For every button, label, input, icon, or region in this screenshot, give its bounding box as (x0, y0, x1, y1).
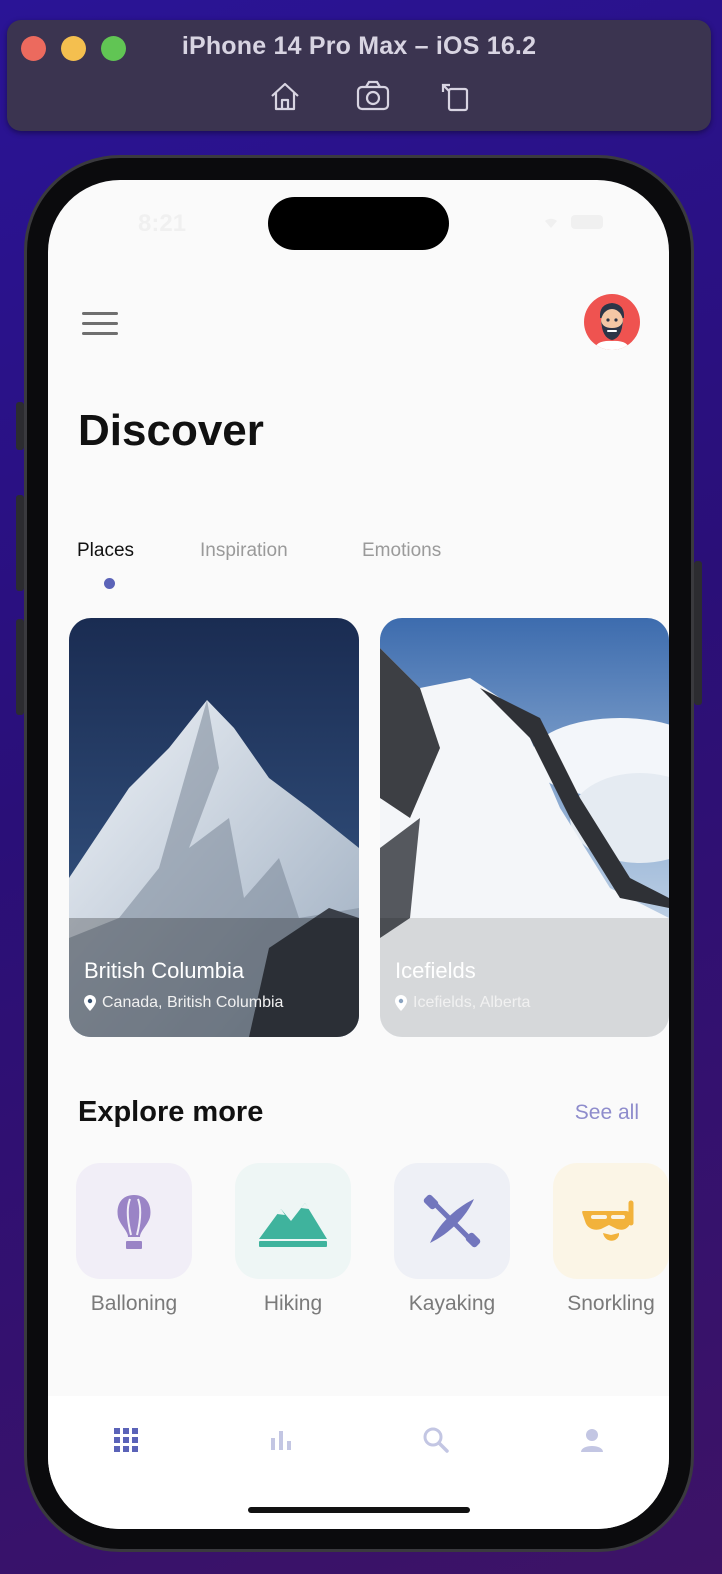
app-screen: 8:21 Discover Places Inspiration Emotion… (48, 180, 669, 1529)
bar-chart-icon[interactable] (267, 1426, 295, 1454)
menu-button[interactable] (82, 308, 118, 338)
category-label: Hiking (263, 1292, 323, 1315)
see-all-link[interactable]: See all (575, 1101, 639, 1125)
battery-icon (571, 215, 603, 229)
active-tab-indicator (104, 578, 115, 589)
home-icon[interactable] (267, 78, 303, 114)
dynamic-island (268, 197, 449, 250)
place-location: Icefields, Alberta (413, 994, 531, 1011)
volume-down-button (16, 619, 24, 715)
screenshot-icon[interactable] (355, 78, 391, 114)
snorkel-mask-icon (582, 1200, 634, 1241)
location-pin-icon (395, 995, 407, 1011)
place-card[interactable]: British Columbia Canada, British Columbi… (69, 618, 359, 1037)
status-icons (545, 215, 603, 229)
mountain-icon (259, 1203, 327, 1247)
rotate-icon[interactable] (437, 78, 473, 114)
tab-emotions[interactable]: Emotions (362, 540, 441, 562)
category-label: Kayaking (408, 1292, 496, 1315)
wifi-icon (545, 218, 557, 228)
grid-icon[interactable] (112, 1426, 140, 1454)
tab-inspiration[interactable]: Inspiration (200, 540, 288, 562)
profile-icon[interactable] (578, 1426, 606, 1454)
place-card[interactable]: Icefields Icefields, Alberta (380, 618, 669, 1037)
search-icon[interactable] (422, 1426, 450, 1454)
section-title: Explore more (78, 1096, 264, 1128)
location-pin-icon (84, 995, 96, 1011)
place-location: Canada, British Columbia (102, 994, 284, 1011)
place-name: British Columbia (84, 958, 245, 983)
place-name: Icefields (395, 958, 476, 983)
tab-places[interactable]: Places (77, 540, 134, 562)
mute-switch (16, 402, 24, 450)
home-indicator[interactable] (248, 1507, 470, 1513)
hot-air-balloon-icon (117, 1195, 151, 1249)
power-button (694, 561, 702, 705)
avatar[interactable] (584, 294, 640, 350)
bearded-man-avatar-icon (594, 303, 630, 350)
category-snorkling[interactable] (553, 1163, 669, 1279)
status-time: 8:21 (138, 210, 187, 237)
category-balloning[interactable] (76, 1163, 192, 1279)
page-title: Discover (78, 406, 264, 455)
simulator-title: iPhone 14 Pro Max – iOS 16.2 (181, 32, 537, 60)
simulator-title-bar: iPhone 14 Pro Max – iOS 16.2 (7, 20, 711, 131)
category-label: Snorkling (567, 1292, 655, 1315)
category-kayaking[interactable] (394, 1163, 510, 1279)
kayak-icon (423, 1194, 481, 1248)
volume-up-button (16, 495, 24, 591)
category-label: Balloning (90, 1292, 178, 1315)
category-hiking[interactable] (235, 1163, 351, 1279)
